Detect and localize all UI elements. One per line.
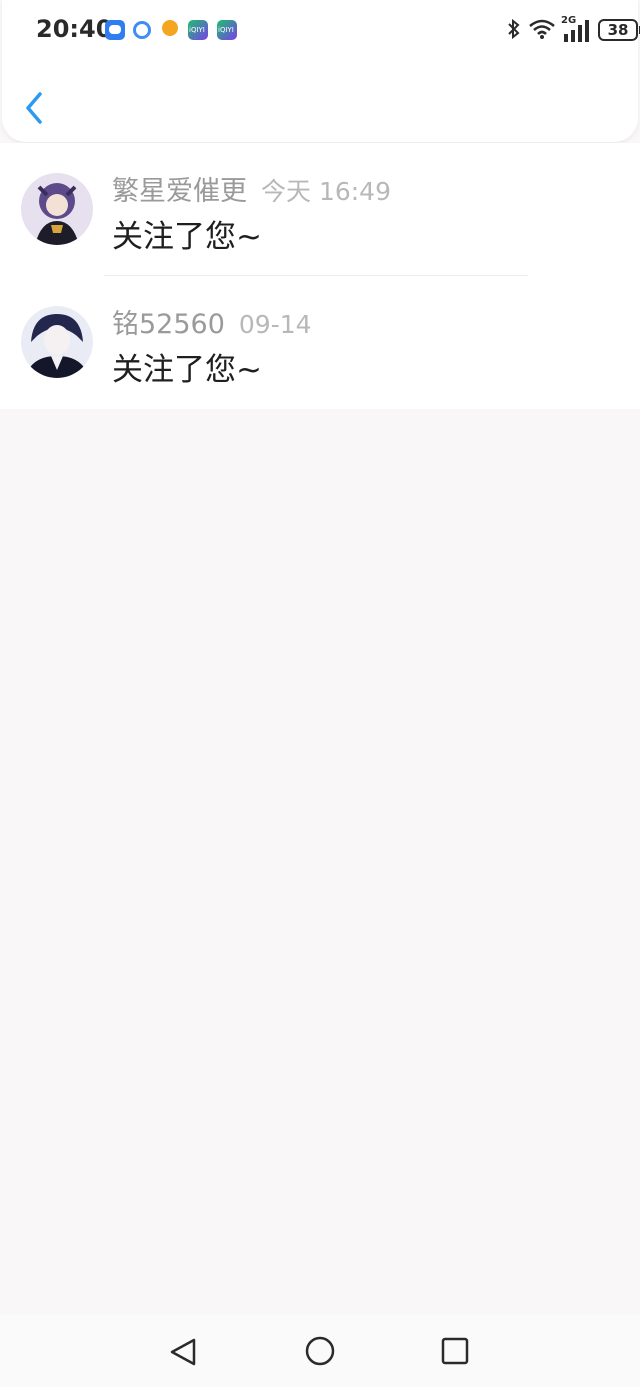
taobao-app-icon: [162, 20, 178, 36]
system-nav-bar: [0, 1315, 640, 1387]
avatar[interactable]: [21, 173, 93, 245]
status-time: 20:40: [36, 15, 113, 43]
bluetooth-icon: [508, 18, 520, 40]
signal-icon: [564, 20, 589, 42]
follower-notification-list: 繁星爱催更 今天 16:49 关注了您~ 铭52560 09-14 关注了您~: [0, 143, 640, 409]
list-item[interactable]: 铭52560 09-14 关注了您~: [0, 276, 640, 409]
nav-home-button[interactable]: [304, 1335, 336, 1367]
user-name[interactable]: 铭52560: [112, 309, 225, 340]
nav-back-button[interactable]: [166, 1335, 200, 1369]
nav-recents-button[interactable]: [440, 1336, 470, 1366]
circle-home-icon: [305, 1336, 335, 1366]
status-bar: 20:40 iQIYI iQIYI 2G 38: [0, 0, 640, 60]
avatar[interactable]: [21, 306, 93, 378]
square-recents-icon: [441, 1337, 469, 1365]
battery-icon: 38: [598, 19, 640, 41]
triangle-back-icon: [170, 1338, 196, 1366]
back-button[interactable]: [20, 88, 50, 128]
browser-app-icon: [133, 21, 151, 39]
message-app-icon: [105, 20, 125, 40]
notification-message: 关注了您~: [112, 219, 262, 255]
notification-meta: 铭52560 09-14: [112, 302, 312, 341]
list-item[interactable]: 繁星爱催更 今天 16:49 关注了您~: [0, 143, 640, 276]
iqiyi-icon-label: iQIYI: [218, 26, 234, 34]
iqiyi-app-icon: iQIYI: [188, 20, 208, 40]
timestamp: 今天 16:49: [261, 177, 391, 206]
timestamp: 09-14: [238, 310, 312, 339]
iqiyi-app-icon: iQIYI: [217, 20, 237, 40]
wifi-icon: [529, 19, 555, 39]
chevron-left-icon: [26, 92, 42, 124]
notification-meta: 繁星爱催更 今天 16:49: [112, 169, 391, 208]
notification-message: 关注了您~: [112, 352, 262, 388]
iqiyi-icon-label: iQIYI: [189, 26, 205, 34]
user-name[interactable]: 繁星爱催更: [112, 176, 247, 207]
